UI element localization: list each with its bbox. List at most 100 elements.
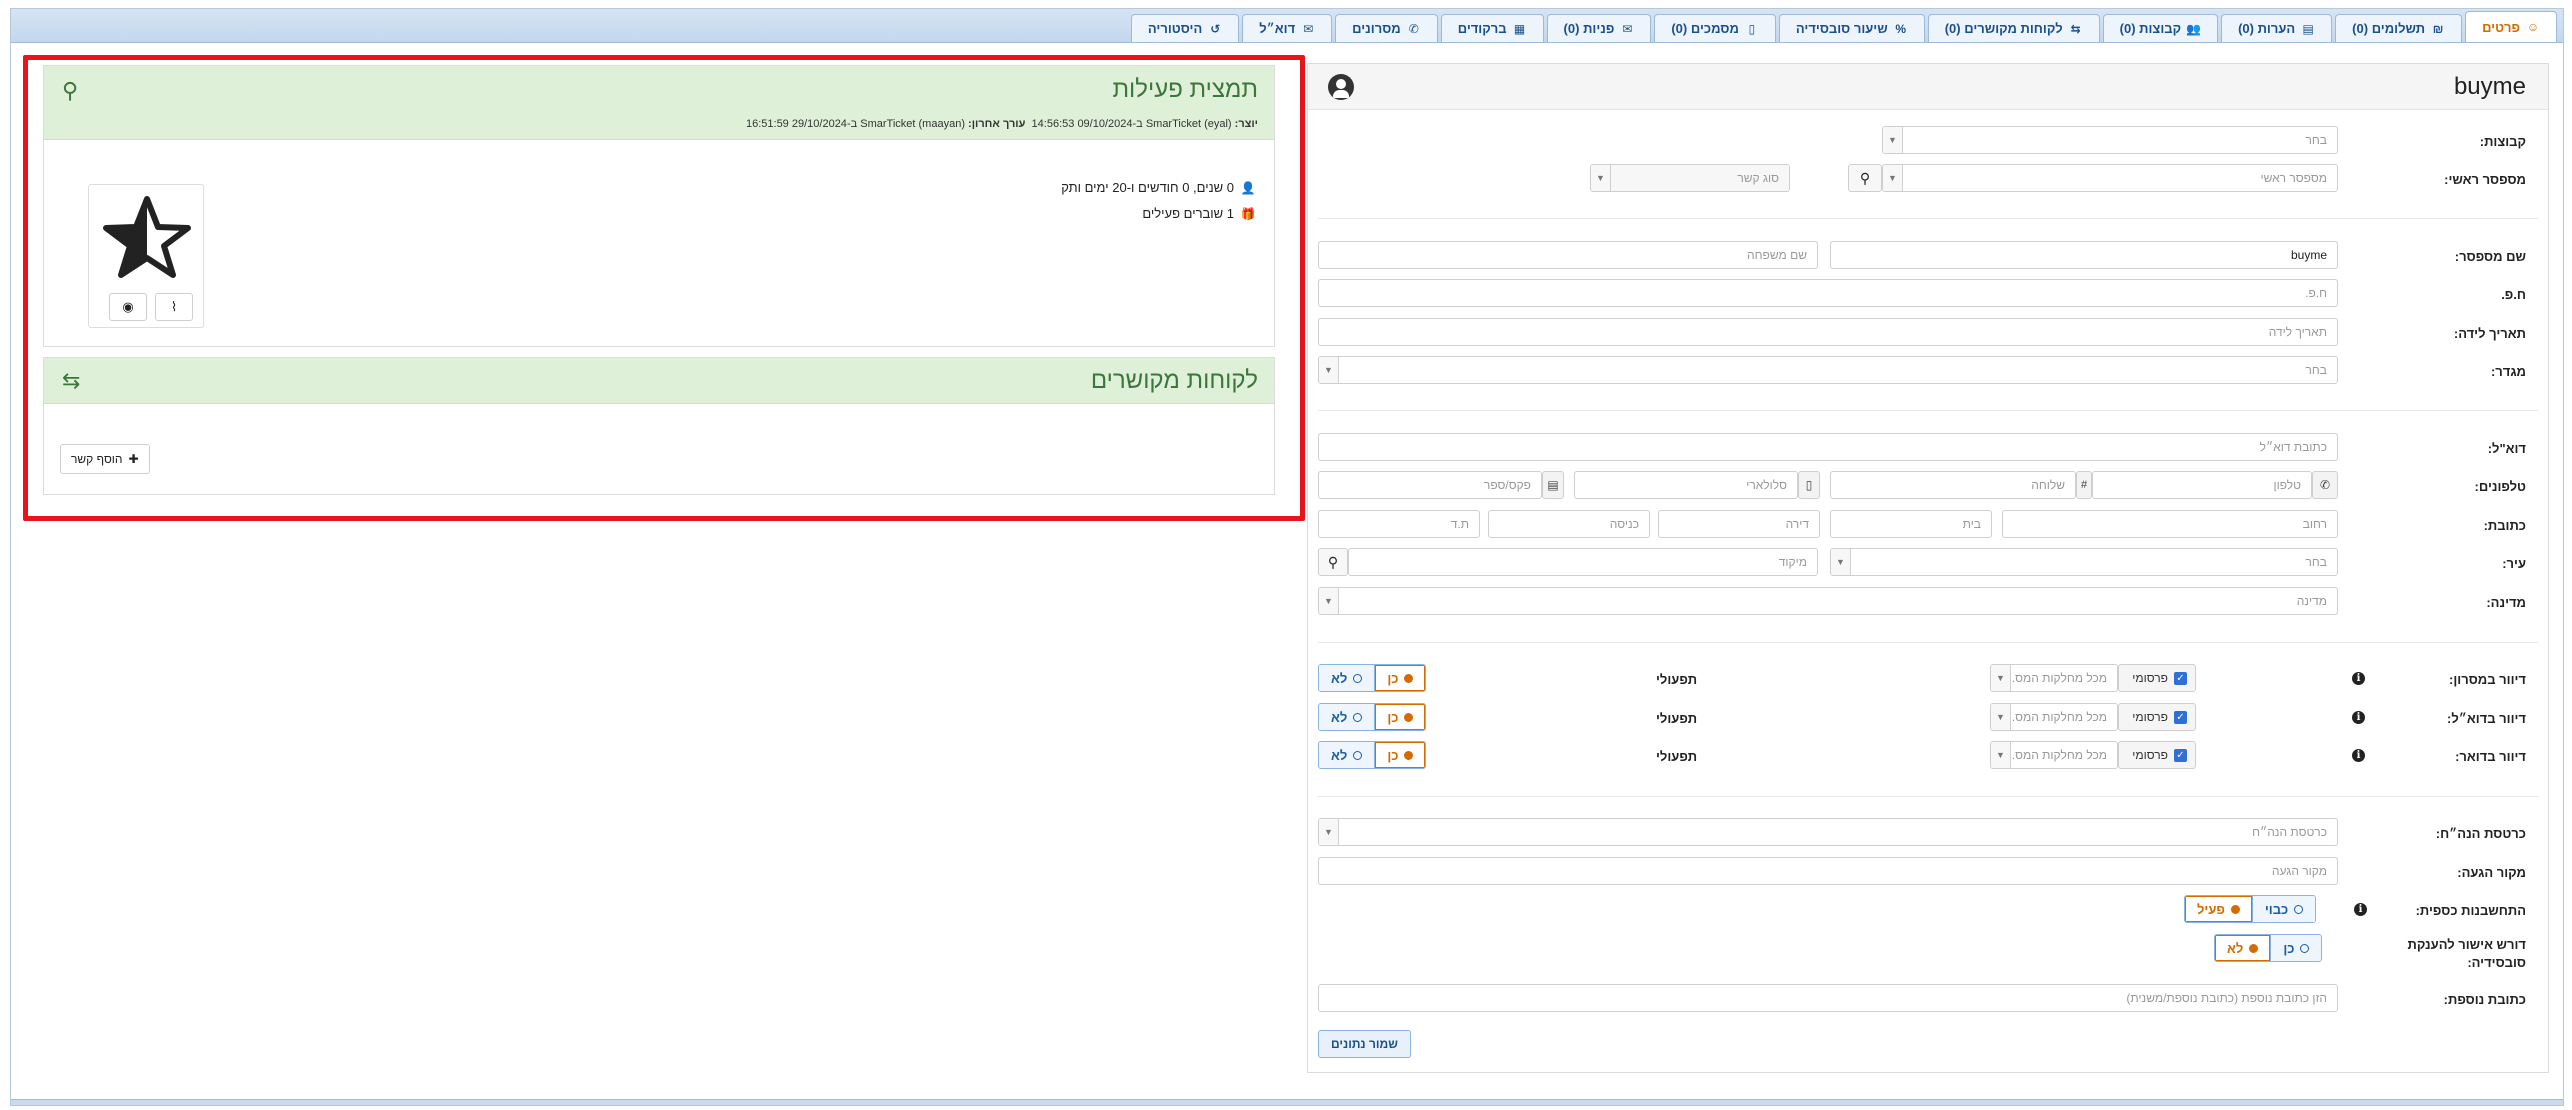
tab-linked[interactable]: ⇆ לקוחות מקושרים (0): [1927, 14, 2100, 42]
info-icon[interactable]: i: [2354, 903, 2367, 916]
user-circle-icon: ☺: [2526, 20, 2540, 34]
chevron-down-icon: ▼: [1319, 357, 1339, 383]
country-select[interactable]: מדינה ▼: [1318, 587, 2338, 615]
accounting-option-off[interactable]: כבוי: [2252, 896, 2316, 922]
tab-history[interactable]: ↺ היסטוריה: [1130, 14, 1240, 42]
promo-checkbox[interactable]: ✓ פרסומי: [2118, 703, 2196, 731]
label-client-name: שם מספסר:: [2454, 249, 2526, 264]
email-input[interactable]: כתובת דוא״ל: [1318, 433, 2338, 461]
check-icon: ✓: [2174, 748, 2187, 762]
operational-no[interactable]: לא: [1319, 665, 1376, 691]
row-phones: טלפונים: ✆ טלפון # שלוחה ▯ סלולארי ▤ פקס…: [1308, 471, 2548, 501]
tab-email[interactable]: ✉ דוא״ל: [1242, 14, 1333, 42]
row-country: מדינה: מדינה ▼: [1308, 587, 2548, 617]
check-icon: ✓: [2174, 671, 2187, 685]
city-select[interactable]: בחר ▼: [1830, 548, 2338, 576]
tab-notes[interactable]: ▤ הערות (0): [2221, 14, 2333, 42]
info-icon[interactable]: i: [2352, 711, 2365, 724]
operational-yes[interactable]: כן: [1375, 704, 1426, 730]
tab-sms[interactable]: ✆ מסרונים: [1335, 14, 1438, 42]
channel-select[interactable]: מכל מחלקות המס... ▼: [1990, 703, 2118, 731]
info-icon[interactable]: i: [2352, 672, 2365, 685]
phone-input[interactable]: טלפון: [2092, 471, 2312, 499]
label-groups: קבוצות:: [2479, 134, 2526, 149]
gift-icon: 🎁: [1240, 206, 1256, 221]
operational-label: תפעולי: [1656, 672, 1698, 687]
operational-yes[interactable]: כן: [1375, 665, 1426, 691]
approval-no[interactable]: לא: [2215, 935, 2272, 961]
search-icon: ⚲: [1859, 169, 1871, 186]
street-input[interactable]: רחוב: [2002, 510, 2338, 538]
linked-clients-card: לקוחות מקושרים ⇆ ✚ הוסף קשר: [43, 357, 1275, 495]
tab-inquiries[interactable]: ✉ פניות (0): [1546, 14, 1652, 42]
label-mail-post: דיוור בדואר:: [2455, 749, 2526, 764]
tab-groups[interactable]: 👥 קבוצות (0): [2102, 14, 2219, 42]
accounting-toggle: כבוי פעיל: [2184, 895, 2317, 923]
row-email: דוא"ל: כתובת דוא״ל: [1308, 433, 2548, 463]
tab-label: פרטים: [2482, 19, 2520, 35]
person-pin-icon: ⚲: [62, 78, 79, 103]
link-type-select[interactable]: סוג קשר ▼: [1590, 164, 1790, 192]
operational-no[interactable]: לא: [1319, 742, 1376, 768]
entrance-input[interactable]: כניסה: [1488, 510, 1650, 538]
row-city: עיר: בחר ▼ מיקוד ⚲: [1308, 548, 2548, 578]
tab-docs[interactable]: ▯ מסמכים (0): [1654, 14, 1776, 42]
operational-label: תפעולי: [1656, 749, 1698, 764]
promo-label: פרסומי: [2132, 671, 2168, 685]
operational-toggle: כן לא: [1318, 741, 1427, 769]
approval-yes[interactable]: כן: [2271, 935, 2322, 961]
first-name-input[interactable]: buyme: [1830, 241, 2338, 269]
house-input[interactable]: בית: [1830, 510, 1992, 538]
label-mail-email: דיוור בדוא״ל:: [2447, 711, 2526, 726]
camera-button[interactable]: ◉: [109, 293, 147, 321]
mobile-input[interactable]: סלולארי: [1574, 471, 1798, 499]
envelope-icon: ✉: [1303, 21, 1314, 36]
save-button[interactable]: שמור נתונים: [1318, 1030, 1411, 1058]
attach-button[interactable]: ⌇: [155, 293, 193, 321]
channel-select[interactable]: מכל מחלקות המס... ▼: [1990, 741, 2118, 769]
row-groups: קבוצות: בחר ▼: [1308, 126, 2548, 156]
birth-date-input[interactable]: תאריך לידה: [1318, 318, 2338, 346]
extension-input[interactable]: שלוחה: [1830, 471, 2076, 499]
last-name-input[interactable]: שם משפחה: [1318, 241, 1818, 269]
label-mail-sms: דיוור במסרון:: [2449, 672, 2526, 687]
groups-select[interactable]: בחר ▼: [1882, 126, 2338, 154]
operational-no[interactable]: לא: [1319, 704, 1376, 730]
promo-checkbox[interactable]: ✓ פרסומי: [2118, 741, 2196, 769]
camera-icon: ◉: [122, 299, 134, 314]
pobox-input[interactable]: ת.ד: [1318, 510, 1480, 538]
zip-search-button[interactable]: ⚲: [1318, 548, 1348, 576]
operational-toggle: כן לא: [1318, 703, 1427, 731]
zip-input[interactable]: מיקוד: [1348, 548, 1818, 576]
mgmt-card-select[interactable]: כרטסת הנה״ח ▼: [1318, 818, 2338, 846]
row-gender: מגדר: בחר ▼: [1308, 356, 2548, 386]
channel-select[interactable]: מכל מחלקות המס... ▼: [1990, 664, 2118, 692]
label-birth: תאריך לידה:: [2453, 326, 2526, 341]
search-button[interactable]: ⚲: [1848, 164, 1882, 192]
label-main-client: מספסר ראשי:: [2444, 172, 2526, 187]
label-country: מדינה:: [2486, 595, 2526, 610]
tab-barcodes[interactable]: ▦ ברקודים: [1440, 14, 1544, 42]
gender-select[interactable]: בחר ▼: [1318, 356, 2338, 384]
main-client-select[interactable]: מספסר ראשי ▼: [1882, 164, 2338, 192]
fax-input[interactable]: פקס/ספר: [1318, 471, 1542, 499]
sms-icon: ✆: [1408, 21, 1419, 36]
add-link-button[interactable]: ✚ הוסף קשר: [60, 444, 150, 474]
row-main-client: מספסר ראשי: מספסר ראשי ▼ ⚲ סוג קשר ▼: [1308, 164, 2548, 194]
tab-label: פניות (0): [1563, 21, 1615, 36]
accounting-option-on[interactable]: פעיל: [2185, 896, 2253, 922]
operational-yes[interactable]: כן: [1375, 742, 1426, 768]
extra-address-input[interactable]: הזן כתובת נוספת (כתובת נוספת/משנית): [1318, 984, 2338, 1012]
tab-persons[interactable]: ☺ פרטים: [2465, 11, 2557, 42]
tab-label: לקוחות מקושרים (0): [1944, 21, 2063, 36]
id-input[interactable]: ח.פ.: [1318, 279, 2338, 307]
tab-subsidy[interactable]: % שיעור סובסידיה: [1778, 14, 1925, 42]
source-input[interactable]: מקור הגעה: [1318, 857, 2338, 885]
form-header: buyme: [1308, 64, 2548, 110]
vouchers-stat: 🎁 1 שוברים פעילים: [1142, 206, 1256, 221]
mobile-icon: ▯: [1798, 471, 1820, 499]
tab-payments[interactable]: ₪ תשלומים (0): [2335, 14, 2463, 42]
info-icon[interactable]: i: [2352, 749, 2365, 762]
apartment-input[interactable]: דירה: [1658, 510, 1820, 538]
promo-checkbox[interactable]: ✓ פרסומי: [2118, 664, 2196, 692]
